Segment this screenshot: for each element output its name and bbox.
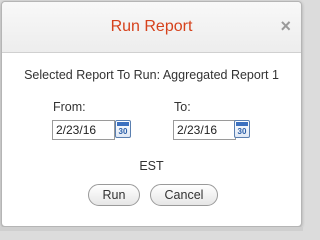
close-icon[interactable]: × [280,16,291,37]
calendar-icon[interactable]: 30 [115,120,131,138]
to-date-input[interactable] [173,120,236,140]
background-page [0,227,303,231]
from-date-input[interactable] [52,120,115,140]
timezone-label: EST [139,159,164,173]
cancel-button[interactable]: Cancel [150,184,218,206]
dialog-title: Run Report [110,18,193,35]
dialog-header: Run Report × [2,2,301,53]
selected-report-text: Selected Report To Run: Aggregated Repor… [24,68,279,82]
run-button[interactable]: Run [88,184,140,206]
calendar-icon[interactable]: 30 [234,120,250,138]
to-label: To: [174,100,191,114]
run-report-dialog: Run Report × Selected Report To Run: Agg… [1,1,302,227]
from-label: From: [53,100,86,114]
